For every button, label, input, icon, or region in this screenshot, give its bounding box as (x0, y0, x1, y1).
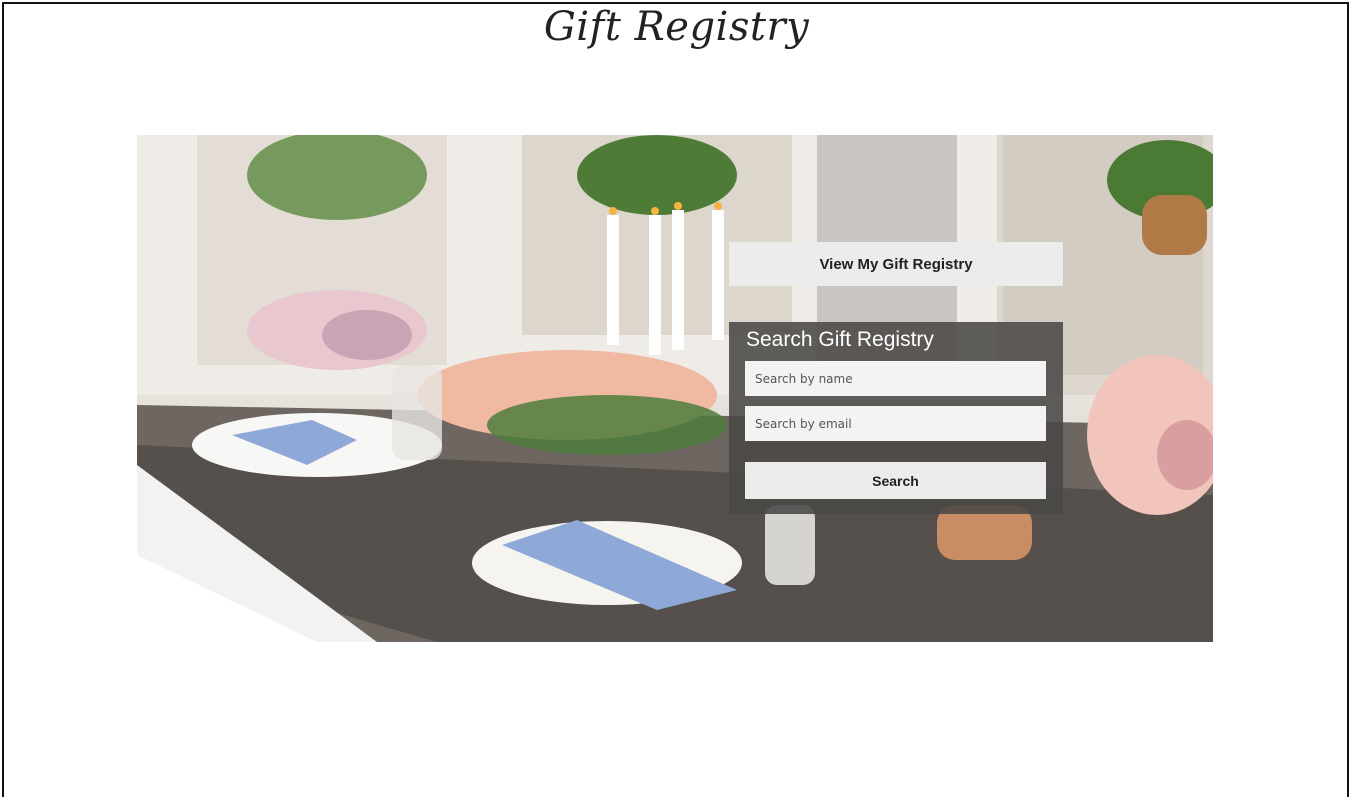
view-my-gift-registry-button[interactable]: View My Gift Registry (729, 242, 1063, 286)
search-panel-title: Search Gift Registry (746, 328, 934, 351)
search-button[interactable]: Search (745, 462, 1046, 499)
search-by-name-input[interactable] (745, 361, 1046, 396)
search-gift-registry-panel: Search Gift Registry Search (729, 322, 1063, 514)
search-by-email-input[interactable] (745, 406, 1046, 441)
gift-registry-logo: Gift Registry (543, 4, 810, 50)
